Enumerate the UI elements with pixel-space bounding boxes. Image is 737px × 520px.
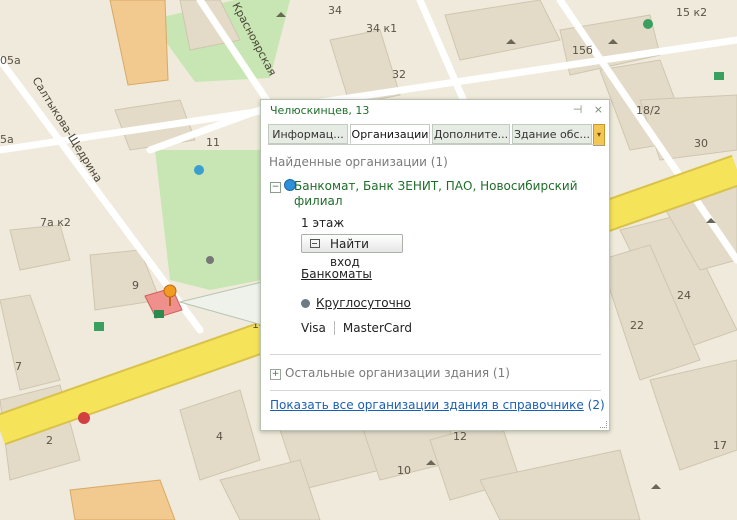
show-all-organizations: Показать все организации здания в справо…: [270, 398, 605, 412]
clock-icon: [301, 299, 310, 308]
info-popup[interactable]: Челюскинцев, 13 ⊣ × Информац... Организа…: [260, 99, 610, 431]
atm-icon[interactable]: [154, 310, 164, 318]
building-label: 4: [216, 430, 223, 443]
payment-methods: Visa MasterCard: [301, 321, 412, 335]
building-label: 17: [713, 439, 727, 452]
building-label: 12: [453, 430, 467, 443]
other-organizations-label: Остальные организации здания (1): [285, 366, 510, 380]
find-entrance-button[interactable]: Найти вход: [301, 234, 403, 269]
building-label: 32: [392, 68, 406, 81]
building-label: 05а: [0, 54, 21, 67]
location-pin-icon[interactable]: [163, 284, 177, 298]
entrance-icon: [310, 239, 320, 248]
tab-organizations[interactable]: Организации: [350, 124, 430, 144]
building-label: 5а: [0, 133, 14, 146]
show-all-count: (2): [587, 398, 605, 412]
building-label: 2: [46, 434, 53, 447]
find-entrance-label: Найти вход: [330, 237, 369, 269]
building-label: 30: [694, 137, 708, 150]
collapse-toggle[interactable]: −: [270, 182, 281, 193]
resize-handle[interactable]: [600, 421, 607, 428]
close-icon[interactable]: ×: [594, 103, 603, 116]
found-organizations-header: Найденные организации (1): [269, 155, 448, 169]
poi-icon[interactable]: [194, 165, 204, 175]
tab-additional[interactable]: Дополните...: [432, 124, 510, 144]
pin-icon[interactable]: ⊣: [573, 103, 583, 116]
org-hours-text[interactable]: Круглосуточно: [316, 296, 411, 310]
building-label: 34 к1: [366, 22, 397, 35]
org-item[interactable]: − Банкомат, Банк ЗЕНИТ, ПАО, Новосибирск…: [270, 179, 600, 208]
org-hours: Круглосуточно: [301, 296, 411, 310]
building-label: 22: [630, 319, 644, 332]
building-label: 7а к2: [40, 216, 71, 229]
org-category-link[interactable]: Банкоматы: [301, 267, 372, 281]
payment-mastercard: MasterCard: [342, 321, 412, 335]
other-organizations[interactable]: + Остальные организации здания (1): [270, 366, 510, 380]
building-label: 11: [206, 136, 220, 149]
tab-building[interactable]: Здание обс...: [512, 124, 592, 144]
show-all-link[interactable]: Показать все организации здания в справо…: [270, 398, 584, 412]
building-label: 15 к2: [676, 6, 707, 19]
building-label: 9: [132, 279, 139, 292]
building-label: 18/2: [636, 104, 661, 117]
poi-icon[interactable]: [78, 412, 90, 424]
tab-info[interactable]: Информац...: [268, 124, 348, 144]
building-label: 10: [397, 464, 411, 477]
expand-toggle[interactable]: +: [270, 369, 281, 380]
org-floor: 1 этаж: [301, 216, 345, 230]
org-name[interactable]: Банкомат, Банк ЗЕНИТ, ПАО, Новосибирский…: [294, 179, 594, 209]
payment-visa: Visa: [301, 321, 326, 335]
tabs-more-button[interactable]: ▾: [593, 124, 605, 146]
building-label: 24: [677, 289, 691, 302]
poi-icon[interactable]: [206, 256, 214, 264]
building-label: 15б: [572, 44, 593, 57]
popup-title: Челюскинцев, 13: [270, 104, 370, 117]
poi-icon[interactable]: [643, 19, 653, 29]
building-label: 7: [15, 360, 22, 373]
building-label: 34: [328, 4, 342, 17]
park-area: [155, 150, 262, 290]
shop-icon[interactable]: [94, 322, 104, 331]
poi-icon[interactable]: [714, 72, 724, 80]
